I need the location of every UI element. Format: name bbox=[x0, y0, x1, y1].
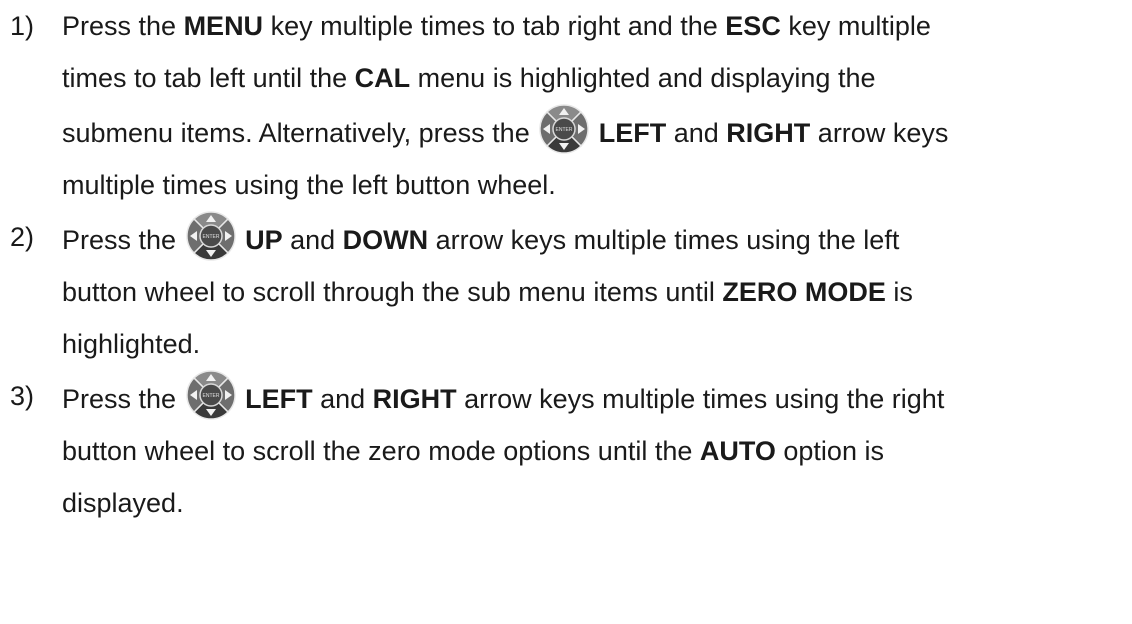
step-number: 3) bbox=[10, 381, 35, 411]
step-text: Press the ENTER UP and DOWN arrow keys m… bbox=[62, 211, 1132, 370]
text-run bbox=[591, 118, 599, 148]
instruction-step: 2) Press the ENTER UP and DOWN arrow keys… bbox=[0, 211, 1132, 370]
step-line: displayed. bbox=[62, 477, 1132, 529]
text-run: is bbox=[885, 277, 913, 307]
text-run: arrow keys multiple times using the left bbox=[428, 225, 900, 255]
key-name: ZERO MODE bbox=[722, 277, 886, 307]
text-run: arrow keys bbox=[810, 118, 949, 148]
step-line: Press the ENTER LEFT and RIGHT arrow key… bbox=[62, 370, 1132, 425]
text-run: and bbox=[312, 384, 373, 414]
step-text: Press the MENU key multiple times to tab… bbox=[62, 0, 1132, 211]
text-run: menu is highlighted and displaying the bbox=[410, 63, 876, 93]
button-wheel-icon: ENTER bbox=[539, 104, 590, 154]
text-run: button wheel to scroll the zero mode opt… bbox=[62, 436, 700, 466]
text-run bbox=[238, 384, 246, 414]
step-line: button wheel to scroll through the sub m… bbox=[62, 266, 1132, 318]
text-run: and bbox=[666, 118, 727, 148]
instruction-step: 1) Press the MENU key multiple times to t… bbox=[0, 0, 1132, 211]
button-wheel-icon: ENTER bbox=[185, 211, 236, 261]
key-name: LEFT bbox=[245, 384, 313, 414]
text-run: key multiple times to tab right and the bbox=[263, 11, 726, 41]
wheel-center-label: ENTER bbox=[202, 234, 219, 240]
wheel-center-label: ENTER bbox=[202, 393, 219, 399]
text-run: Press the bbox=[62, 11, 184, 41]
step-line: Press the MENU key multiple times to tab… bbox=[62, 0, 1132, 52]
text-run: submenu items. Alternatively, press the bbox=[62, 118, 538, 148]
key-name: CAL bbox=[354, 63, 411, 93]
text-run: highlighted. bbox=[62, 329, 201, 359]
step-number: 1) bbox=[10, 11, 35, 41]
step-line: multiple times using the left button whe… bbox=[62, 159, 1132, 211]
key-name: AUTO bbox=[699, 436, 776, 466]
text-run: key multiple bbox=[780, 11, 931, 41]
key-name: RIGHT bbox=[726, 118, 811, 148]
step-line: button wheel to scroll the zero mode opt… bbox=[62, 425, 1132, 477]
text-run bbox=[238, 225, 246, 255]
step-text: Press the ENTER LEFT and RIGHT arrow key… bbox=[62, 370, 1132, 529]
key-name: ESC bbox=[725, 11, 781, 41]
text-run: multiple times using the left button whe… bbox=[62, 170, 556, 200]
instruction-step: 3) Press the ENTER LEFT and RIGHT arrow k… bbox=[0, 370, 1132, 529]
wheel-center-label: ENTER bbox=[556, 127, 573, 133]
key-name: DOWN bbox=[342, 225, 429, 255]
key-name: UP bbox=[245, 225, 283, 255]
key-name: MENU bbox=[183, 11, 264, 41]
button-wheel-icon: ENTER bbox=[185, 370, 236, 420]
text-run: option is bbox=[775, 436, 884, 466]
key-name: LEFT bbox=[598, 118, 667, 148]
step-line: highlighted. bbox=[62, 318, 1132, 370]
step-line: times to tab left until the CAL menu is … bbox=[62, 52, 1132, 104]
text-run: arrow keys multiple times using the righ… bbox=[456, 384, 945, 414]
text-run: button wheel to scroll through the sub m… bbox=[62, 277, 723, 307]
step-line: submenu items. Alternatively, press the … bbox=[62, 104, 1132, 159]
text-run: Press the bbox=[62, 225, 184, 255]
text-run: and bbox=[282, 225, 343, 255]
text-run: times to tab left until the bbox=[62, 63, 355, 93]
step-number: 2) bbox=[10, 222, 35, 252]
key-name: RIGHT bbox=[372, 384, 457, 414]
text-run: displayed. bbox=[62, 488, 184, 518]
instruction-steps: 1) Press the MENU key multiple times to t… bbox=[0, 0, 1132, 529]
step-line: Press the ENTER UP and DOWN arrow keys m… bbox=[62, 211, 1132, 266]
text-run: Press the bbox=[62, 384, 184, 414]
